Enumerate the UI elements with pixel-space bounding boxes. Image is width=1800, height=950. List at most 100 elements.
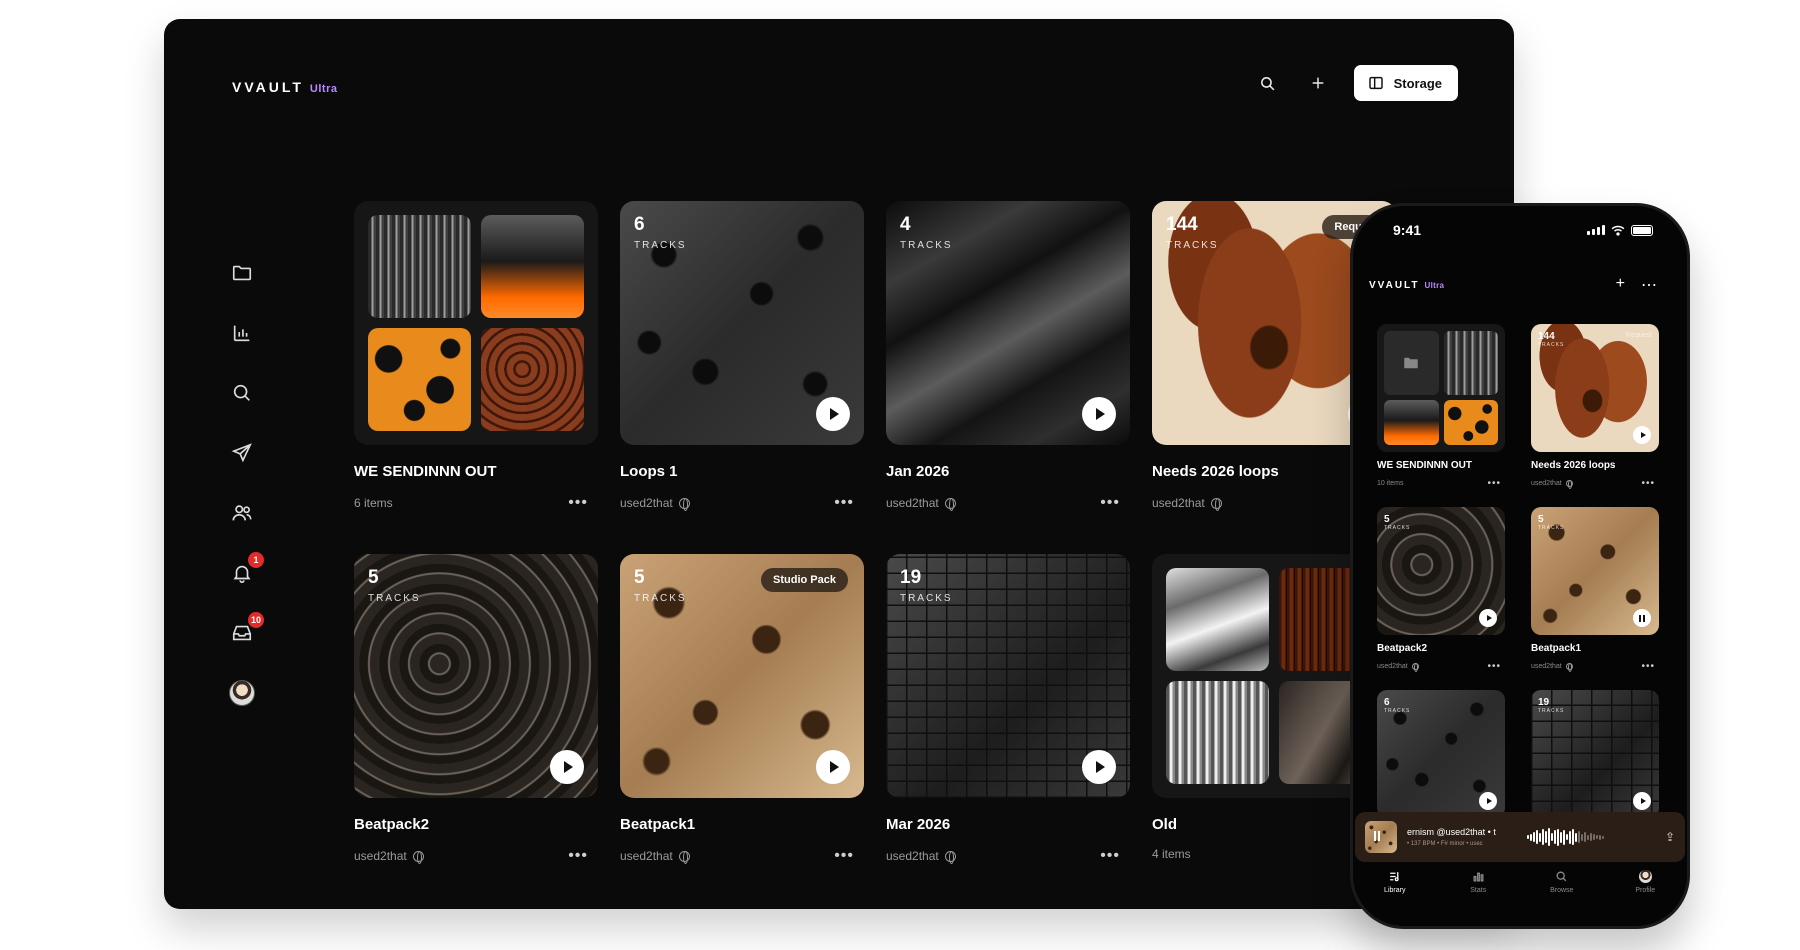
play-button[interactable] xyxy=(816,750,850,784)
add-button[interactable]: + xyxy=(1616,275,1625,295)
track-count: 19 TRACKS xyxy=(900,567,953,604)
play-button[interactable] xyxy=(1082,750,1116,784)
owner: used2that xyxy=(1531,480,1573,489)
brand-logo[interactable]: VVAULT Ultra xyxy=(232,79,337,95)
notification-badge: 1 xyxy=(248,552,264,568)
track-count: 6 TRACKS xyxy=(1384,697,1411,714)
card-meta: used2that ••• xyxy=(1531,478,1659,489)
collection-card[interactable]: 5 TRACKS Beatpack2 used2that ••• xyxy=(354,554,598,865)
more-options-button[interactable]: ••• xyxy=(1487,661,1501,672)
mini-player[interactable]: ernism @used2that • t • 137 BPM • F# min… xyxy=(1355,812,1685,862)
avatar xyxy=(1638,870,1652,883)
card-title: Beatpack2 xyxy=(354,816,430,833)
sidebar-item-inbox[interactable]: 10 xyxy=(228,612,264,647)
tab-profile[interactable]: Profile xyxy=(1620,870,1670,894)
play-button[interactable] xyxy=(1633,792,1651,810)
play-button[interactable] xyxy=(550,750,584,784)
more-options-button[interactable]: ••• xyxy=(1100,847,1120,865)
now-playing-art xyxy=(1365,821,1397,853)
waveform[interactable] xyxy=(1527,828,1655,846)
card-meta: used2that ••• xyxy=(620,847,864,865)
tab-library[interactable]: Library xyxy=(1370,870,1420,894)
sidebar-item-profile[interactable] xyxy=(228,679,256,707)
sidebar-item-search[interactable] xyxy=(228,379,256,407)
play-button[interactable] xyxy=(1479,609,1497,627)
tab-stats[interactable]: Stats xyxy=(1453,870,1503,894)
library-icon xyxy=(1390,872,1399,882)
more-options-button[interactable]: ••• xyxy=(834,494,854,512)
battery-icon xyxy=(1631,224,1653,236)
globe-icon xyxy=(412,850,424,864)
card-meta: 10 items ••• xyxy=(1377,478,1505,489)
more-options-button[interactable]: ••• xyxy=(1487,478,1501,489)
send-icon xyxy=(231,443,252,463)
play-button[interactable] xyxy=(1479,792,1497,810)
owner: used2that xyxy=(620,849,690,864)
collection-card[interactable]: 4 TRACKS Jan 2026 used2that ••• xyxy=(886,201,1130,512)
folder-icon xyxy=(232,265,252,281)
share-icon[interactable]: ⇪ xyxy=(1665,830,1675,844)
item-count: 10 items xyxy=(1377,480,1404,487)
globe-icon xyxy=(1411,663,1419,672)
more-options-button[interactable]: ••• xyxy=(1641,478,1655,489)
mobile-collection-card[interactable]: 19 TRACKS xyxy=(1531,690,1659,818)
collection-card[interactable]: WE SENDINNN OUT 6 items ••• xyxy=(354,201,598,512)
owner: used2that xyxy=(354,849,424,864)
add-button[interactable] xyxy=(1304,69,1332,97)
track-count: 19 TRACKS xyxy=(1538,697,1565,714)
track-count: 5 TRACKS xyxy=(1538,514,1565,531)
inbox-badge: 10 xyxy=(247,612,264,628)
pause-button[interactable] xyxy=(1633,609,1651,627)
sidebar-item-contacts[interactable] xyxy=(228,499,256,527)
topbar-actions: Storage xyxy=(1254,65,1458,101)
mobile-collection-card[interactable]: 5 TRACKS Beatpack1 used2that ••• xyxy=(1531,507,1659,672)
more-options-button[interactable]: ••• xyxy=(568,494,588,512)
item-count: 4 items xyxy=(1152,847,1191,861)
play-button[interactable] xyxy=(1082,397,1116,431)
more-options-button[interactable]: ••• xyxy=(834,847,854,865)
collection-card[interactable]: 5 TRACKS Studio Pack Beatpack1 used2that … xyxy=(620,554,864,865)
globe-icon xyxy=(1565,480,1573,489)
status-bar: 9:41 xyxy=(1393,222,1653,238)
sidebar-item-stats[interactable] xyxy=(228,319,256,347)
more-options-button[interactable]: ⋯ xyxy=(1641,275,1657,295)
more-options-button[interactable]: ••• xyxy=(1641,661,1655,672)
collage-tile xyxy=(368,215,471,318)
track-count: 4 TRACKS xyxy=(900,214,953,251)
play-button[interactable] xyxy=(816,397,850,431)
globe-icon xyxy=(678,497,690,511)
card-title: Jan 2026 xyxy=(886,463,950,480)
sidebar-item-library[interactable] xyxy=(228,259,256,287)
now-playing-meta: • 137 BPM • F# minor • usec xyxy=(1407,841,1483,847)
track-count: 5 TRACKS xyxy=(634,567,687,604)
collection-card[interactable]: 19 TRACKS Mar 2026 used2that ••• xyxy=(886,554,1130,865)
avatar xyxy=(229,680,255,706)
mobile-collection-card[interactable]: 6 TRACKS xyxy=(1377,690,1505,818)
search-button[interactable] xyxy=(1254,69,1282,97)
collection-card[interactable]: 6 TRACKS Loops 1 used2that ••• xyxy=(620,201,864,512)
card-title: Needs 2026 loops xyxy=(1531,460,1616,471)
play-button[interactable] xyxy=(1633,426,1651,444)
storage-button[interactable]: Storage xyxy=(1353,65,1458,101)
globe-icon xyxy=(1565,663,1573,672)
item-count: 6 items xyxy=(354,496,393,510)
more-options-button[interactable]: ••• xyxy=(568,847,588,865)
more-options-button[interactable]: ••• xyxy=(1100,494,1120,512)
card-meta: used2that ••• xyxy=(886,847,1130,865)
track-count: 5 TRACKS xyxy=(368,567,421,604)
mobile-collection-card[interactable]: 144 TRACKS Request Needs 2026 loops used2… xyxy=(1531,324,1659,489)
sidebar-item-notifications[interactable]: 1 xyxy=(228,552,264,587)
collage-tile xyxy=(1384,399,1439,445)
owner: used2that xyxy=(1377,663,1419,672)
mobile-app-device: 9:41 VVAULT Ultra + ⋯ WE SENDINNN OUT 10… xyxy=(1350,203,1690,929)
plus-icon xyxy=(1312,77,1323,89)
cover-art: 5 TRACKS Studio Pack xyxy=(620,554,864,798)
tab-browse[interactable]: Browse xyxy=(1537,870,1587,894)
pause-icon[interactable] xyxy=(1374,831,1380,841)
sidebar-item-send[interactable] xyxy=(228,439,256,467)
folder-collage xyxy=(1377,324,1505,452)
mobile-collection-card[interactable]: WE SENDINNN OUT 10 items ••• xyxy=(1377,324,1505,489)
mobile-collection-card[interactable]: 5 TRACKS Beatpack2 used2that ••• xyxy=(1377,507,1505,672)
track-count: 144 TRACKS xyxy=(1538,331,1565,348)
cover-art: 19 TRACKS xyxy=(1531,690,1659,818)
